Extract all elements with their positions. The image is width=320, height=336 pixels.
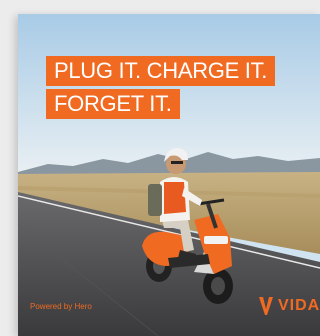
vida-v-icon [259,297,273,315]
powered-by-text: Powered by Hero [30,302,92,311]
vida-advertisement[interactable]: PLUG IT. CHARGE IT. FORGET IT. Powered b… [18,14,320,336]
page-background: PLUG IT. CHARGE IT. FORGET IT. Powered b… [0,0,320,336]
headline-line-1: PLUG IT. CHARGE IT. [46,56,276,86]
headline-line-2: FORGET IT. [46,89,180,119]
brand-logo[interactable]: VIDA [258,295,320,317]
brand-name: VIDA [278,297,320,314]
